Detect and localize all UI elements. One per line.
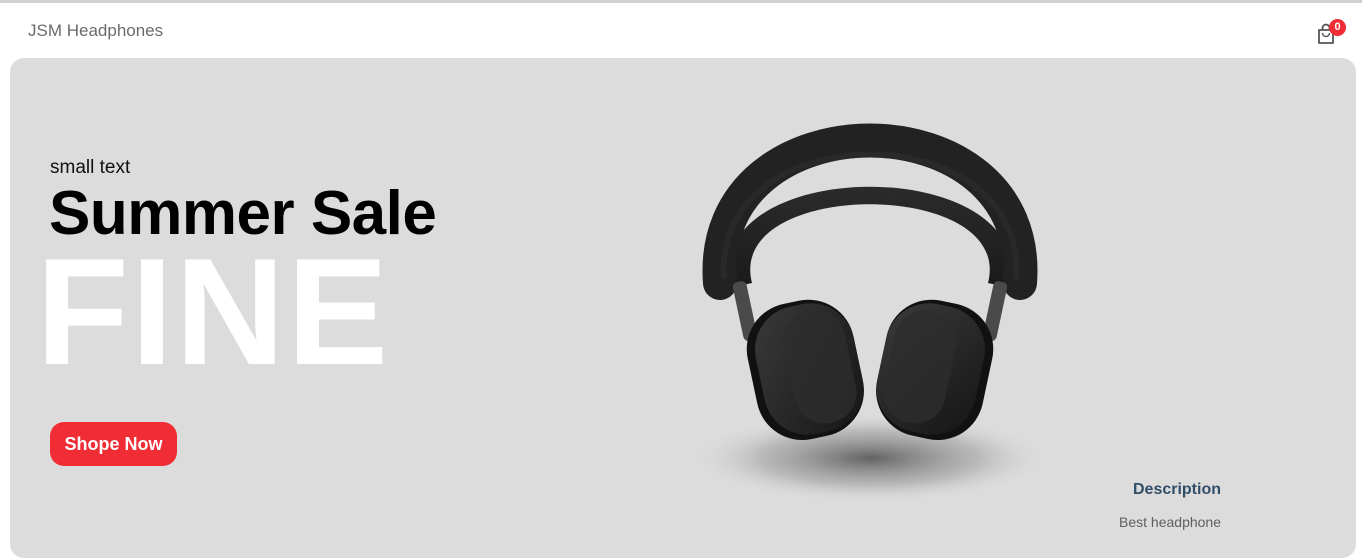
headphones-image	[690, 123, 1050, 503]
description-title: Description	[1132, 481, 1221, 498]
cart-button[interactable]: 0	[1312, 19, 1348, 49]
hero-banner: small text Summer Sale FINE Shope Now De…	[10, 58, 1356, 558]
description-text: Best headphone	[1119, 514, 1221, 530]
navbar: JSM Headphones 0	[0, 3, 1362, 58]
shop-now-button[interactable]: Shope Now	[50, 422, 177, 466]
logo[interactable]: JSM Headphones	[28, 21, 163, 41]
hero-small-text: small text	[50, 157, 131, 178]
cart-count-badge: 0	[1329, 19, 1346, 36]
hero-large-text: FINE	[36, 227, 391, 397]
